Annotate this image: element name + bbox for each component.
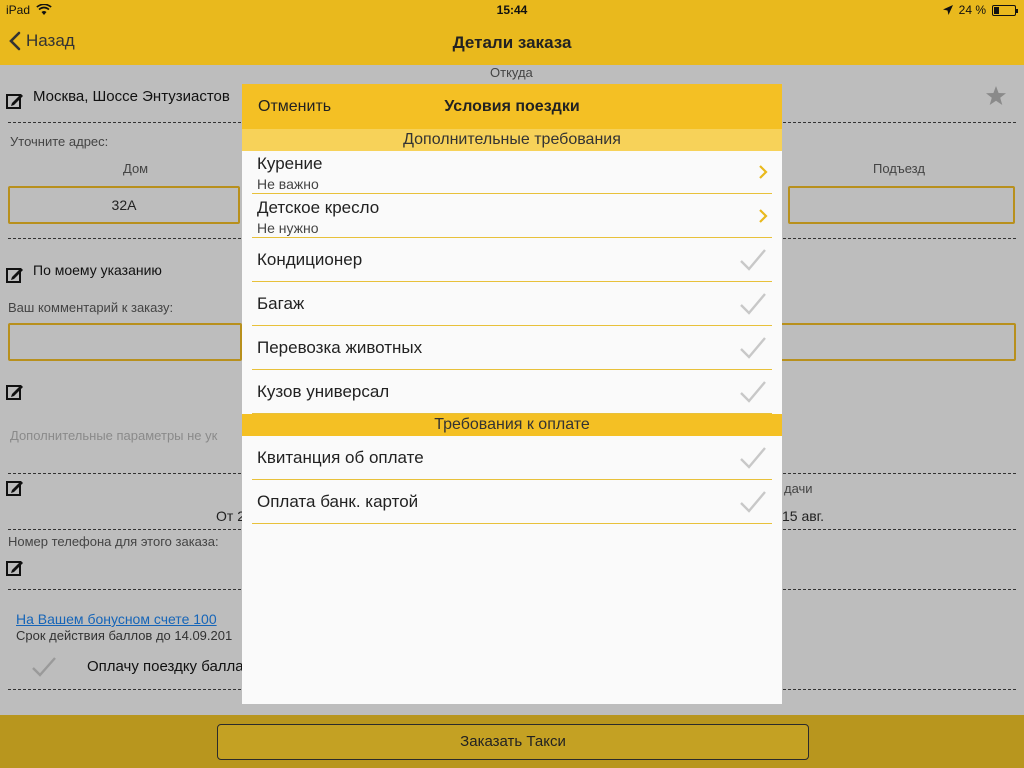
edit-icon[interactable] bbox=[6, 383, 24, 401]
option-value: Не важно bbox=[257, 176, 319, 192]
battery-icon bbox=[992, 4, 1018, 16]
house-label: Дом bbox=[123, 161, 149, 176]
checkmark-icon bbox=[740, 249, 766, 271]
option-label: Курение bbox=[257, 154, 323, 173]
option-air-conditioning[interactable]: Кондиционер bbox=[242, 238, 782, 282]
bonus-link[interactable]: На Вашем бонусном счете 100 bbox=[16, 611, 217, 627]
phone-label: Номер телефона для этого заказа: bbox=[8, 534, 219, 549]
time-from[interactable]: От 2 bbox=[216, 508, 245, 524]
edit-icon[interactable] bbox=[6, 559, 24, 577]
checkmark-icon bbox=[740, 447, 766, 469]
time-date[interactable]: 15 авг. bbox=[782, 508, 824, 524]
edit-icon[interactable] bbox=[6, 266, 24, 284]
modal-header: Отменить Условия поездки bbox=[242, 84, 782, 129]
checkmark-icon bbox=[740, 293, 766, 315]
option-label: Квитанция об оплате bbox=[257, 448, 424, 467]
clock: 15:44 bbox=[496, 3, 528, 17]
battery-percent: 24 % bbox=[958, 3, 986, 17]
option-label: Перевозка животных bbox=[257, 338, 423, 357]
option-receipt[interactable]: Квитанция об оплате bbox=[242, 436, 782, 480]
section-extra-requirements: Дополнительные требования bbox=[242, 129, 782, 151]
option-animals[interactable]: Перевозка животных bbox=[242, 326, 782, 370]
checkmark-icon bbox=[740, 381, 766, 403]
from-label: Откуда bbox=[490, 65, 533, 80]
checkmark-icon[interactable] bbox=[30, 655, 58, 679]
checkmark-icon bbox=[740, 337, 766, 359]
option-child-seat[interactable]: Детское кресло Не нужно bbox=[242, 194, 782, 238]
status-bar: iPad 15:44 24 % bbox=[0, 0, 1024, 20]
order-taxi-button[interactable]: Заказать Такси bbox=[217, 724, 809, 760]
comment-field-left[interactable] bbox=[8, 323, 242, 361]
page-title: Детали заказа bbox=[452, 33, 572, 52]
battery-level bbox=[994, 6, 999, 14]
bottom-bar: Заказать Такси bbox=[0, 715, 1024, 768]
option-label: Детское кресло bbox=[257, 198, 380, 217]
modal-title: Условия поездки bbox=[444, 98, 580, 115]
chevron-right-icon bbox=[759, 209, 768, 223]
option-smoking[interactable]: Курение Не важно bbox=[242, 150, 782, 194]
option-label: Оплата банк. картой bbox=[257, 492, 419, 511]
pay-with-points[interactable]: Оплачу поездку балла bbox=[87, 658, 244, 675]
location-arrow-icon bbox=[942, 5, 953, 15]
comment-field-right[interactable] bbox=[780, 323, 1016, 361]
destination[interactable]: По моему указанию bbox=[33, 262, 162, 278]
option-label: Кондиционер bbox=[257, 250, 363, 269]
checkmark-icon bbox=[740, 491, 766, 513]
comment-label: Ваш комментарий к заказу: bbox=[8, 300, 174, 315]
option-luggage[interactable]: Багаж bbox=[242, 282, 782, 326]
option-card-payment[interactable]: Оплата банк. картой bbox=[242, 480, 782, 524]
option-label: Багаж bbox=[257, 294, 305, 313]
house-field[interactable]: 32А bbox=[8, 186, 240, 224]
edit-icon[interactable] bbox=[6, 92, 24, 110]
option-value: Не нужно bbox=[257, 220, 319, 236]
option-station-wagon[interactable]: Кузов универсал bbox=[242, 370, 782, 414]
entrance-field[interactable] bbox=[788, 186, 1015, 224]
entrance-label: Подъезд bbox=[873, 161, 925, 176]
section-payment-requirements: Требования к оплате bbox=[242, 414, 782, 436]
chevron-right-icon bbox=[759, 165, 768, 179]
trip-conditions-modal: Отменить Условия поездки Дополнительные … bbox=[242, 84, 782, 704]
nav-bar: Назад Детали заказа bbox=[0, 20, 1024, 65]
edit-icon[interactable] bbox=[6, 479, 24, 497]
star-icon[interactable] bbox=[985, 85, 1007, 107]
extra-params[interactable]: Дополнительные параметры не ук bbox=[10, 428, 217, 443]
clarify-label: Уточните адрес: bbox=[10, 134, 109, 149]
from-address[interactable]: Москва, Шоссе Энтузиастов bbox=[33, 88, 230, 105]
option-label: Кузов универсал bbox=[257, 382, 390, 401]
time-label: дачи bbox=[784, 481, 813, 496]
bonus-expiry: Срок действия баллов до 14.09.201 bbox=[16, 628, 233, 643]
